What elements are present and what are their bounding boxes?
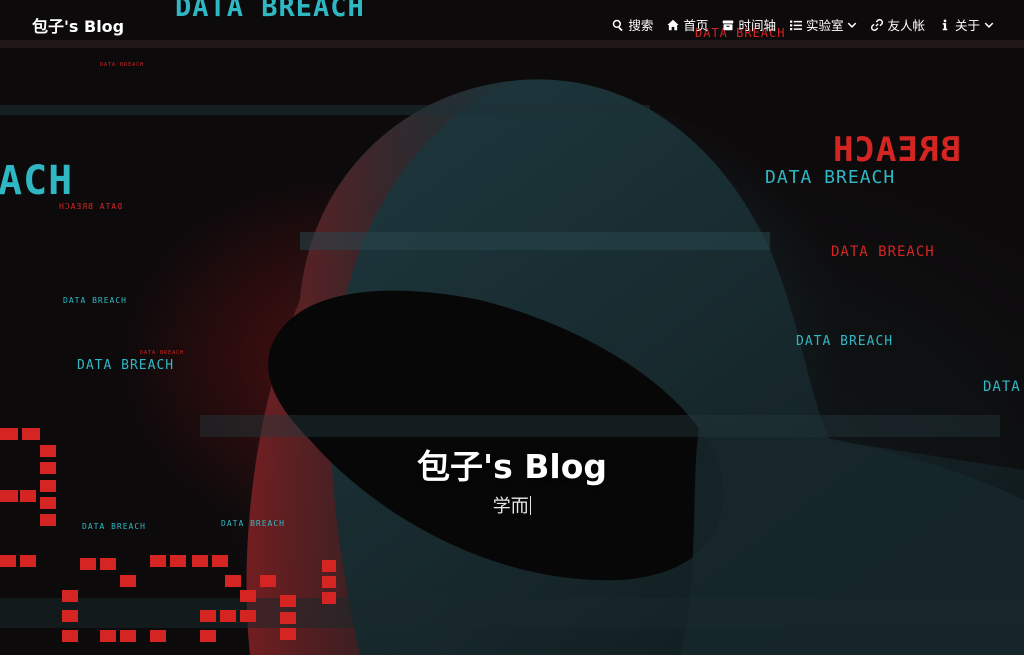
list-icon [789, 20, 802, 30]
chevron-down-icon [848, 22, 857, 28]
red-pixel-letters [0, 428, 336, 642]
site-brand[interactable]: 包子's Blog [32, 13, 124, 37]
hero-subtitle: 学而 [0, 492, 1024, 518]
top-navbar: 包子's Blog 搜索 首页 时间轴 实验室 友人帐 关于 [0, 0, 1024, 50]
nav-item-search[interactable]: 搜索 [612, 15, 653, 34]
typing-cursor [529, 496, 532, 515]
nav-item-label: 关于 [954, 18, 980, 33]
nav-item-label: 搜索 [628, 18, 654, 33]
nav-item-label: 友人帐 [887, 18, 925, 33]
search-icon [613, 19, 624, 31]
chevron-down-icon [984, 22, 994, 28]
nav-item-home[interactable]: 首页 [667, 15, 708, 34]
nav-item-label: 首页 [683, 18, 709, 33]
nav-item-friends[interactable]: 友人帐 [871, 15, 925, 34]
hero-background: DATA BREACH DATA BREACH DATA BREACH ACH … [0, 0, 1024, 655]
nav-item-label: 时间轴 [738, 18, 776, 33]
info-icon [942, 19, 948, 30]
nav-menu: 搜索 首页 时间轴 实验室 友人帐 关于 [612, 15, 994, 34]
hero-subtitle-text: 学而 [492, 496, 529, 517]
nav-item-label: 实验室 [805, 18, 844, 33]
archive-icon [723, 20, 734, 30]
nav-item-about[interactable]: 关于 [939, 15, 994, 34]
link-icon [871, 18, 884, 31]
nav-item-lab[interactable]: 实验室 [789, 15, 858, 34]
hero-title: 包子's Blog [417, 447, 607, 486]
home-icon [667, 19, 680, 30]
nav-item-timeline[interactable]: 时间轴 [722, 15, 776, 34]
